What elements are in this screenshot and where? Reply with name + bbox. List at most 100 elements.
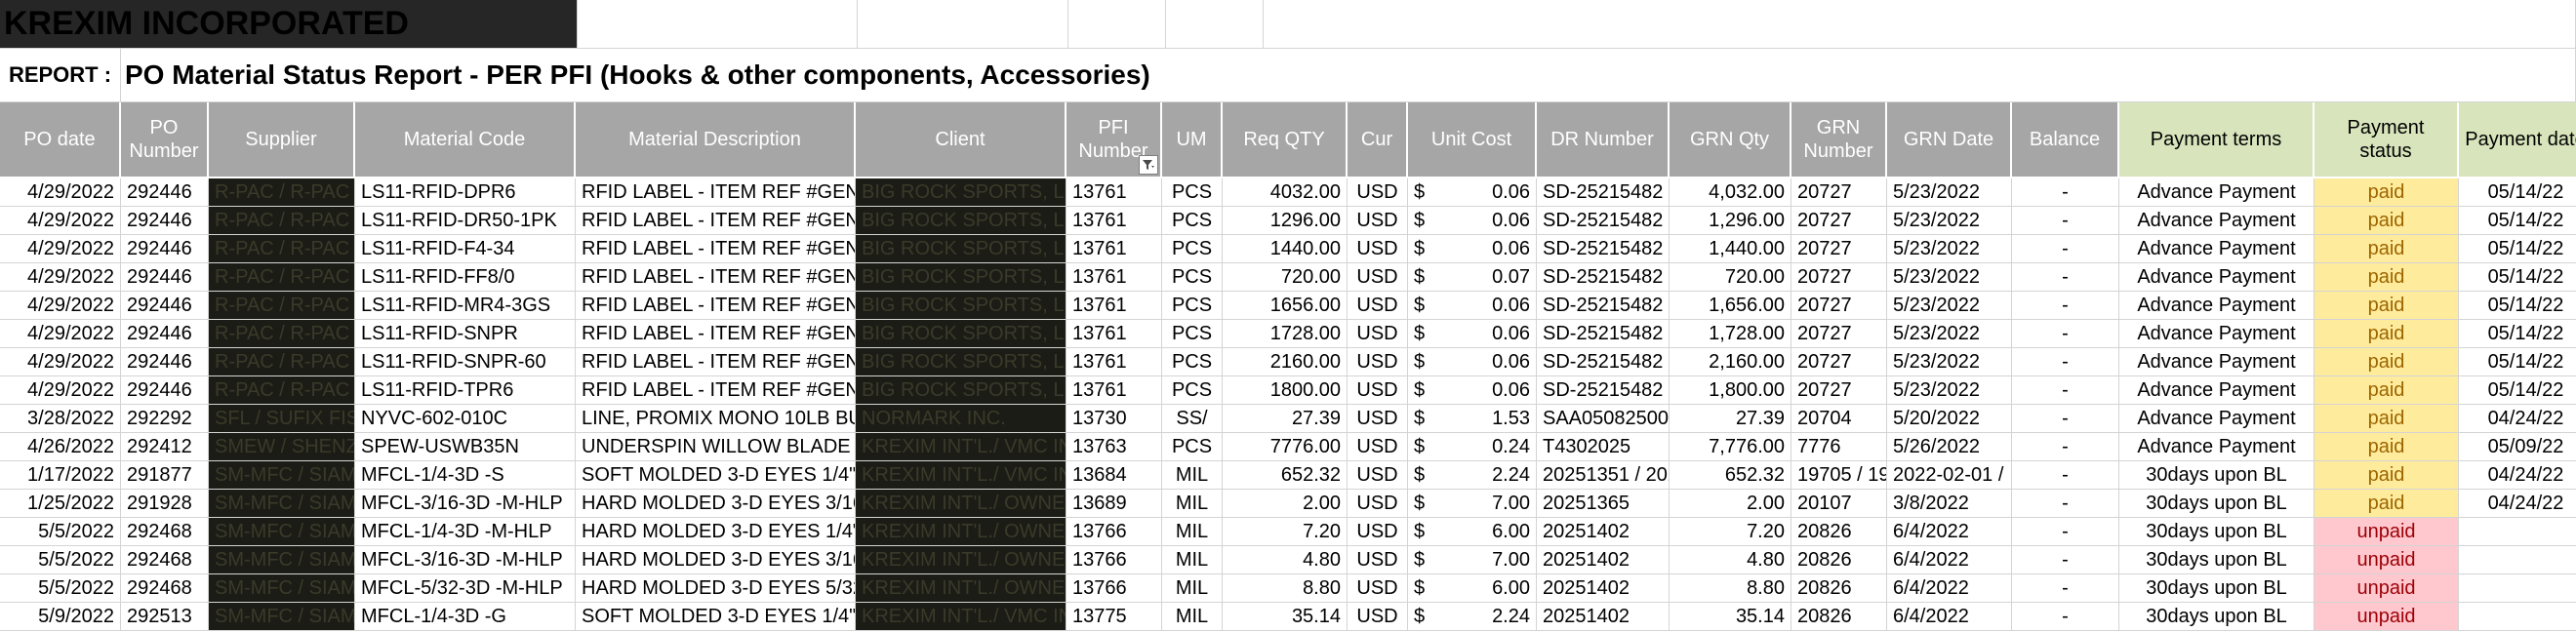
cell-req-qty[interactable]: 8.80 bbox=[1223, 574, 1348, 603]
cell-client[interactable]: BIG ROCK SPORTS, LLC bbox=[856, 320, 1067, 348]
cell-cur[interactable]: USD bbox=[1348, 235, 1408, 263]
cell-grn-date[interactable]: 2022-02-01 / bbox=[1887, 461, 2012, 490]
cell-grn-number[interactable]: 20727 bbox=[1791, 235, 1887, 263]
cell-grn-number[interactable]: 7776 bbox=[1791, 433, 1887, 461]
cell-material-desc[interactable]: LINE, PROMIX MONO 10LB BULK bbox=[576, 405, 856, 433]
cell-client[interactable]: BIG ROCK SPORTS, LLC bbox=[856, 376, 1067, 405]
column-header-req-qty[interactable]: Req QTY bbox=[1223, 102, 1348, 178]
cell-unit-cost[interactable]: $2.24 bbox=[1408, 461, 1537, 490]
cell-po-date[interactable]: 4/29/2022 bbox=[0, 348, 121, 376]
cell-unit-cost[interactable]: $0.06 bbox=[1408, 178, 1537, 207]
cell-po-date[interactable]: 5/5/2022 bbox=[0, 574, 121, 603]
cell-grn-number[interactable]: 20727 bbox=[1791, 376, 1887, 405]
cell-cur[interactable]: USD bbox=[1348, 348, 1408, 376]
cell-payment-status[interactable]: paid bbox=[2314, 320, 2459, 348]
column-header-material-desc[interactable]: Material Description bbox=[576, 102, 856, 178]
cell-grn-qty[interactable]: 35.14 bbox=[1670, 603, 1791, 631]
cell-payment-status[interactable]: unpaid bbox=[2314, 603, 2459, 631]
cell-cur[interactable]: USD bbox=[1348, 546, 1408, 574]
cell-payment-terms[interactable]: Advance Payment bbox=[2119, 320, 2314, 348]
cell-po-number[interactable]: 292446 bbox=[121, 235, 209, 263]
cell-grn-qty[interactable]: 720.00 bbox=[1670, 263, 1791, 292]
cell-um[interactable]: PCS bbox=[1162, 292, 1223, 320]
cell-payment-date[interactable]: 05/14/22 bbox=[2459, 320, 2576, 348]
cell-supplier[interactable]: SM-MFC / SIAM bbox=[209, 490, 355, 518]
cell-req-qty[interactable]: 2.00 bbox=[1223, 490, 1348, 518]
cell-dr-number[interactable]: SD-25215482 bbox=[1537, 235, 1670, 263]
cell-balance[interactable]: - bbox=[2012, 376, 2119, 405]
cell-material-code[interactable]: LS11-RFID-FF8/0 bbox=[355, 263, 576, 292]
cell-dr-number[interactable]: SD-25215482 bbox=[1537, 348, 1670, 376]
cell-pfi-number[interactable]: 13761 bbox=[1067, 320, 1162, 348]
cell-req-qty[interactable]: 27.39 bbox=[1223, 405, 1348, 433]
cell-po-date[interactable]: 5/5/2022 bbox=[0, 546, 121, 574]
cell-supplier[interactable]: R-PAC / R-PAC I bbox=[209, 178, 355, 207]
cell-material-desc[interactable]: RFID LABEL - ITEM REF #GENST- bbox=[576, 235, 856, 263]
cell-material-desc[interactable]: RFID LABEL - ITEM REF #GENST- bbox=[576, 320, 856, 348]
cell-material-code[interactable]: MFCL-1/4-3D -M-HLP bbox=[355, 518, 576, 546]
column-header-grn-qty[interactable]: GRN Qty bbox=[1670, 102, 1791, 178]
cell-material-code[interactable]: LS11-RFID-TPR6 bbox=[355, 376, 576, 405]
cell-req-qty[interactable]: 4032.00 bbox=[1223, 178, 1348, 207]
cell-um[interactable]: MIL bbox=[1162, 546, 1223, 574]
cell-pfi-number[interactable]: 13730 bbox=[1067, 405, 1162, 433]
cell-grn-number[interactable]: 20826 bbox=[1791, 603, 1887, 631]
cell-payment-terms[interactable]: 30days upon BL bbox=[2119, 546, 2314, 574]
cell-client[interactable]: KREXIM INT'L./ OWNER bbox=[856, 518, 1067, 546]
cell-unit-cost[interactable]: $6.00 bbox=[1408, 574, 1537, 603]
cell-dr-number[interactable]: SD-25215482 bbox=[1537, 376, 1670, 405]
cell-payment-terms[interactable]: Advance Payment bbox=[2119, 405, 2314, 433]
cell-dr-number[interactable]: 20251351 / 202 bbox=[1537, 461, 1670, 490]
cell-client[interactable]: KREXIM INT'L./ VMC IN bbox=[856, 433, 1067, 461]
cell-grn-number[interactable]: 20704 bbox=[1791, 405, 1887, 433]
cell-um[interactable]: PCS bbox=[1162, 207, 1223, 235]
cell-req-qty[interactable]: 35.14 bbox=[1223, 603, 1348, 631]
cell-po-number[interactable]: 292446 bbox=[121, 376, 209, 405]
cell-grn-qty[interactable]: 8.80 bbox=[1670, 574, 1791, 603]
cell-grn-date[interactable]: 5/23/2022 bbox=[1887, 292, 2012, 320]
cell-po-number[interactable]: 292446 bbox=[121, 348, 209, 376]
cell-payment-status[interactable]: paid bbox=[2314, 461, 2459, 490]
cell-po-number[interactable]: 292468 bbox=[121, 518, 209, 546]
cell-po-date[interactable]: 4/26/2022 bbox=[0, 433, 121, 461]
cell-payment-terms[interactable]: Advance Payment bbox=[2119, 433, 2314, 461]
cell-dr-number[interactable]: SD-25215482 bbox=[1537, 292, 1670, 320]
cell-cur[interactable]: USD bbox=[1348, 292, 1408, 320]
cell-grn-number[interactable]: 20727 bbox=[1791, 348, 1887, 376]
cell-po-date[interactable]: 1/25/2022 bbox=[0, 490, 121, 518]
cell-grn-date[interactable]: 6/4/2022 bbox=[1887, 574, 2012, 603]
cell-po-date[interactable]: 5/5/2022 bbox=[0, 518, 121, 546]
cell-grn-qty[interactable]: 1,728.00 bbox=[1670, 320, 1791, 348]
cell-balance[interactable]: - bbox=[2012, 574, 2119, 603]
cell-po-number[interactable]: 292412 bbox=[121, 433, 209, 461]
cell-req-qty[interactable]: 1440.00 bbox=[1223, 235, 1348, 263]
cell-cur[interactable]: USD bbox=[1348, 320, 1408, 348]
cell-material-code[interactable]: MFCL-5/32-3D -M-HLP bbox=[355, 574, 576, 603]
cell-po-date[interactable]: 4/29/2022 bbox=[0, 320, 121, 348]
cell-po-number[interactable]: 292292 bbox=[121, 405, 209, 433]
cell-um[interactable]: MIL bbox=[1162, 490, 1223, 518]
cell-material-code[interactable]: SPEW-USWB35N bbox=[355, 433, 576, 461]
cell-po-date[interactable]: 1/17/2022 bbox=[0, 461, 121, 490]
cell-material-code[interactable]: LS11-RFID-SNPR bbox=[355, 320, 576, 348]
cell-payment-status[interactable]: paid bbox=[2314, 207, 2459, 235]
cell-supplier[interactable]: R-PAC / R-PAC I bbox=[209, 235, 355, 263]
cell-dr-number[interactable]: SD-25215482 bbox=[1537, 320, 1670, 348]
cell-material-desc[interactable]: RFID LABEL - ITEM REF #GENST- bbox=[576, 348, 856, 376]
cell-grn-qty[interactable]: 652.32 bbox=[1670, 461, 1791, 490]
cell-payment-date[interactable] bbox=[2459, 546, 2576, 574]
cell-req-qty[interactable]: 4.80 bbox=[1223, 546, 1348, 574]
cell-po-number[interactable]: 292446 bbox=[121, 292, 209, 320]
cell-supplier[interactable]: SM-MFC / SIAM bbox=[209, 603, 355, 631]
cell-supplier[interactable]: SM-MFC / SIAM bbox=[209, 518, 355, 546]
cell-grn-qty[interactable]: 1,296.00 bbox=[1670, 207, 1791, 235]
cell-client[interactable]: BIG ROCK SPORTS, LLC bbox=[856, 348, 1067, 376]
cell-payment-date[interactable]: 05/14/22 bbox=[2459, 178, 2576, 207]
cell-um[interactable]: PCS bbox=[1162, 376, 1223, 405]
cell-payment-status[interactable]: paid bbox=[2314, 433, 2459, 461]
cell-grn-date[interactable]: 5/26/2022 bbox=[1887, 433, 2012, 461]
cell-grn-number[interactable]: 20727 bbox=[1791, 178, 1887, 207]
cell-um[interactable]: MIL bbox=[1162, 603, 1223, 631]
cell-unit-cost[interactable]: $0.06 bbox=[1408, 235, 1537, 263]
cell-grn-date[interactable]: 5/23/2022 bbox=[1887, 263, 2012, 292]
